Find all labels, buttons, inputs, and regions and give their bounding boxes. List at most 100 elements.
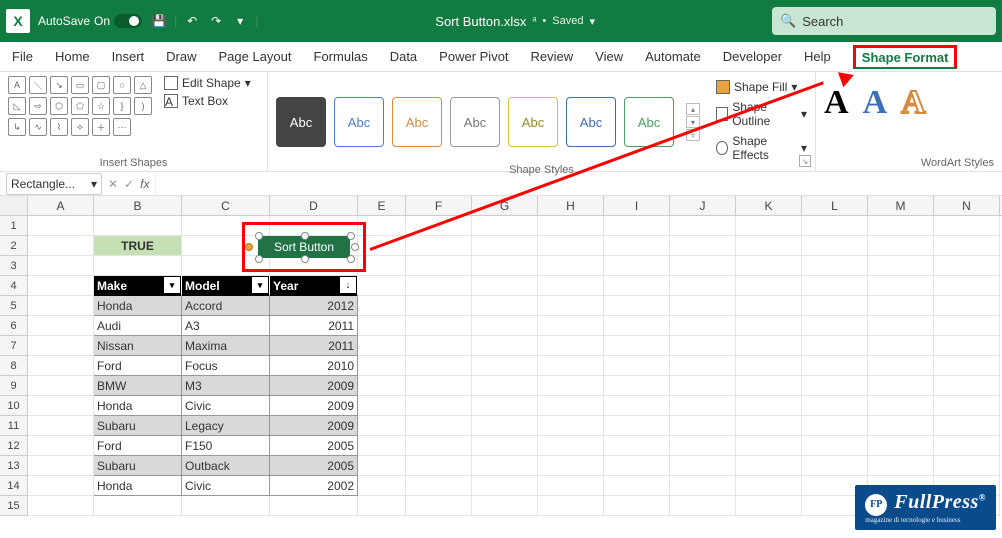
col-C[interactable]: C	[182, 196, 270, 215]
shape-brace-icon[interactable]: }	[113, 97, 131, 115]
cell[interactable]: Maxima	[182, 336, 270, 356]
cell[interactable]	[270, 496, 358, 516]
cell[interactable]	[358, 396, 406, 416]
resize-handle[interactable]	[255, 232, 263, 240]
col-D[interactable]: D	[270, 196, 358, 215]
cell[interactable]	[406, 456, 472, 476]
row-header[interactable]: 9	[0, 376, 28, 396]
cell[interactable]	[28, 216, 94, 236]
cell[interactable]	[670, 476, 736, 496]
cell[interactable]	[802, 216, 868, 236]
cell[interactable]: Honda	[94, 476, 182, 496]
row-header[interactable]: 3	[0, 256, 28, 276]
cell[interactable]: TRUE	[94, 236, 182, 256]
cell[interactable]	[736, 416, 802, 436]
col-N[interactable]: N	[934, 196, 1000, 215]
cell[interactable]	[604, 436, 670, 456]
cell[interactable]	[472, 276, 538, 296]
cell[interactable]	[358, 476, 406, 496]
cell[interactable]	[868, 236, 934, 256]
col-E[interactable]: E	[358, 196, 406, 215]
tab-home[interactable]: Home	[55, 45, 90, 68]
cell[interactable]	[472, 256, 538, 276]
cell[interactable]	[736, 336, 802, 356]
tab-formulas[interactable]: Formulas	[314, 45, 368, 68]
cell[interactable]	[406, 396, 472, 416]
tab-view[interactable]: View	[595, 45, 623, 68]
cell[interactable]	[28, 256, 94, 276]
autosave-toggle[interactable]: AutoSave On	[38, 14, 142, 28]
shape-paren-icon[interactable]: )	[134, 97, 152, 115]
cell[interactable]	[934, 276, 1000, 296]
cell[interactable]	[736, 356, 802, 376]
cell[interactable]	[182, 496, 270, 516]
cell[interactable]	[802, 416, 868, 436]
cell[interactable]: 2012	[270, 296, 358, 316]
cell[interactable]	[670, 436, 736, 456]
cell[interactable]	[538, 336, 604, 356]
row-header[interactable]: 7	[0, 336, 28, 356]
cell[interactable]	[538, 356, 604, 376]
cell[interactable]	[472, 496, 538, 516]
style-preset-3[interactable]: Abc	[392, 97, 442, 147]
cell[interactable]	[472, 296, 538, 316]
cell[interactable]	[934, 456, 1000, 476]
cell[interactable]	[670, 256, 736, 276]
tab-page-layout[interactable]: Page Layout	[219, 45, 292, 68]
cell[interactable]	[472, 436, 538, 456]
cell[interactable]	[736, 316, 802, 336]
resize-handle[interactable]	[301, 232, 309, 240]
cell[interactable]: A3	[182, 316, 270, 336]
shape-rtriangle-icon[interactable]: ◺	[8, 97, 26, 115]
shape-line-icon[interactable]: ＼	[29, 76, 47, 94]
cell[interactable]	[670, 456, 736, 476]
cell[interactable]	[868, 376, 934, 396]
cell[interactable]	[934, 256, 1000, 276]
rotate-handle-icon[interactable]	[245, 243, 253, 251]
cell[interactable]: Nissan	[94, 336, 182, 356]
redo-icon[interactable]: ↷	[207, 12, 225, 30]
cell[interactable]	[538, 476, 604, 496]
cell[interactable]: 2010	[270, 356, 358, 376]
cell[interactable]	[472, 316, 538, 336]
cell[interactable]	[802, 256, 868, 276]
cell[interactable]	[604, 376, 670, 396]
cell[interactable]	[472, 456, 538, 476]
wordart-preset-3[interactable]: A	[901, 84, 926, 122]
cell[interactable]	[934, 316, 1000, 336]
cell[interactable]	[868, 336, 934, 356]
cell[interactable]	[802, 296, 868, 316]
cell[interactable]	[28, 396, 94, 416]
tab-developer[interactable]: Developer	[723, 45, 782, 68]
cell[interactable]	[604, 216, 670, 236]
undo-icon[interactable]: ↶	[183, 12, 201, 30]
tab-automate[interactable]: Automate	[645, 45, 701, 68]
cell[interactable]	[670, 416, 736, 436]
cell[interactable]	[472, 476, 538, 496]
cell[interactable]	[604, 256, 670, 276]
cell[interactable]	[604, 336, 670, 356]
cell[interactable]	[406, 436, 472, 456]
cell[interactable]	[406, 276, 472, 296]
cell[interactable]	[406, 296, 472, 316]
table-header[interactable]: Model▾	[182, 276, 270, 296]
cell[interactable]	[358, 496, 406, 516]
title-dropdown-icon[interactable]: ▾	[589, 15, 595, 28]
cell[interactable]	[736, 476, 802, 496]
cell[interactable]	[538, 316, 604, 336]
cell[interactable]	[28, 496, 94, 516]
shape-freeform-icon[interactable]: ⌇	[50, 118, 68, 136]
cell[interactable]	[604, 496, 670, 516]
cell[interactable]	[538, 416, 604, 436]
cell[interactable]	[28, 296, 94, 316]
filter-dropdown-icon[interactable]: ↓	[340, 277, 356, 293]
cell[interactable]	[604, 456, 670, 476]
resize-handle[interactable]	[351, 243, 359, 251]
cell[interactable]	[358, 276, 406, 296]
tab-file[interactable]: File	[12, 45, 33, 68]
cell[interactable]	[472, 416, 538, 436]
enter-icon[interactable]: ✓	[124, 177, 134, 191]
style-preset-5[interactable]: Abc	[508, 97, 558, 147]
cell[interactable]	[538, 436, 604, 456]
table-header[interactable]: Year↓	[270, 276, 358, 296]
